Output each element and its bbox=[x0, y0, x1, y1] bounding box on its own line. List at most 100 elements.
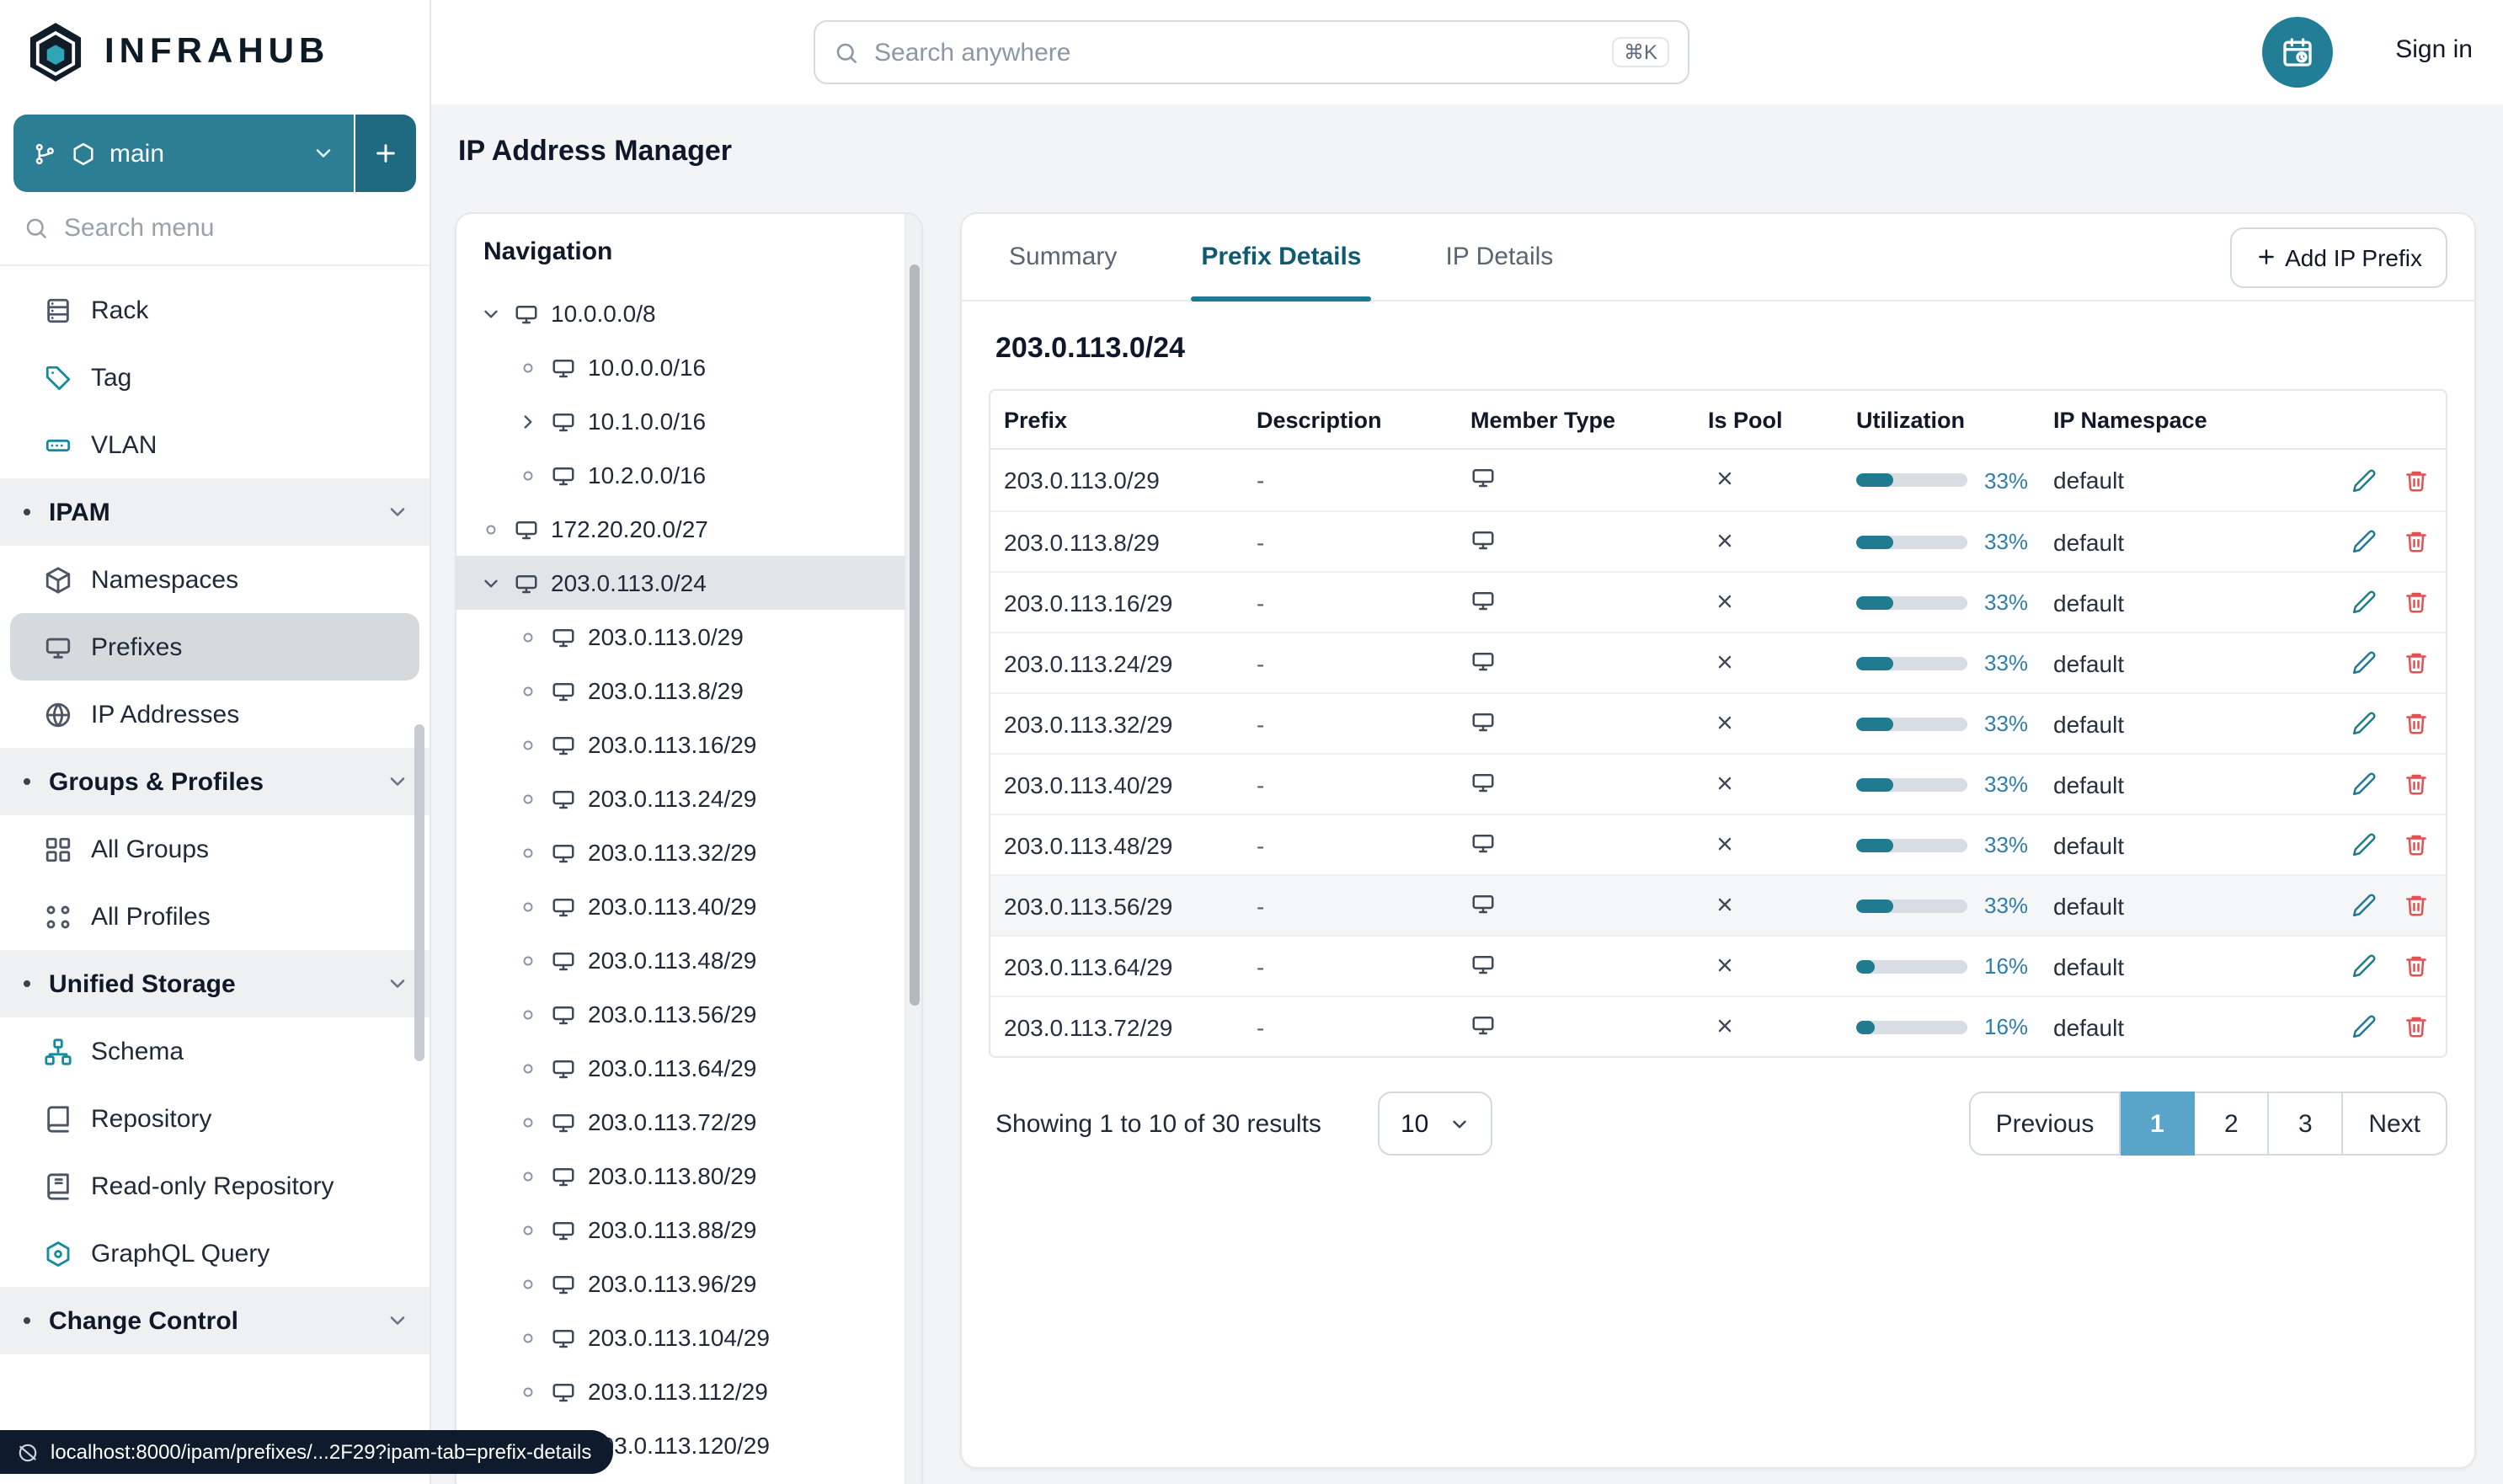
sidebar-section-unified-storage[interactable]: Unified Storage bbox=[0, 950, 430, 1017]
pencil-icon[interactable] bbox=[2351, 893, 2377, 918]
trash-icon[interactable] bbox=[2404, 893, 2429, 918]
page-button-previous[interactable]: Previous bbox=[1968, 1092, 2121, 1156]
page-button-2[interactable]: 2 bbox=[2195, 1092, 2270, 1156]
sidebar-item-rack[interactable]: Rack bbox=[0, 276, 430, 344]
tree-node-203-0-113-48-29[interactable]: 203.0.113.48/29 bbox=[456, 933, 921, 987]
add-branch-button[interactable] bbox=[355, 115, 416, 192]
table-row[interactable]: 203.0.113.24/29 - 33% default bbox=[990, 632, 2446, 692]
table-row[interactable]: 203.0.113.72/29 - 16% default bbox=[990, 996, 2446, 1056]
sidebar-item-ip-addresses[interactable]: IP Addresses bbox=[0, 681, 430, 748]
trash-icon[interactable] bbox=[2404, 467, 2429, 493]
table-row[interactable]: 203.0.113.16/29 - 33% default bbox=[990, 571, 2446, 632]
pencil-icon[interactable] bbox=[2351, 953, 2377, 979]
pencil-icon[interactable] bbox=[2351, 771, 2377, 797]
tree-node-10-1-0-0-16[interactable]: 10.1.0.0/16 bbox=[456, 394, 921, 448]
tab-summary[interactable]: Summary bbox=[999, 214, 1127, 300]
sidebar-item-schema[interactable]: Schema bbox=[0, 1017, 430, 1085]
global-search-input[interactable]: Search anywhere ⌘K bbox=[814, 20, 1689, 84]
page-button-1[interactable]: 1 bbox=[2121, 1092, 2196, 1156]
page-button-3[interactable]: 3 bbox=[2269, 1092, 2344, 1156]
table-row[interactable]: 203.0.113.64/29 - 16% default bbox=[990, 935, 2446, 996]
tab-prefix-details[interactable]: Prefix Details bbox=[1191, 214, 1372, 302]
trash-icon[interactable] bbox=[2404, 711, 2429, 736]
trash-icon[interactable] bbox=[2404, 590, 2429, 615]
tree-node-10-0-0-0-8[interactable]: 10.0.0.0/8 bbox=[456, 286, 921, 340]
tree-node-203-0-113-16-29[interactable]: 203.0.113.16/29 bbox=[456, 718, 921, 771]
navigation-scrollbar-thumb[interactable] bbox=[910, 264, 920, 1006]
pencil-icon[interactable] bbox=[2351, 590, 2377, 615]
tree-node-10-0-0-0-16[interactable]: 10.0.0.0/16 bbox=[456, 340, 921, 394]
tab-ip-details[interactable]: IP Details bbox=[1435, 214, 1563, 300]
pencil-icon[interactable] bbox=[2351, 467, 2377, 493]
tree-node-203-0-113-0-24[interactable]: 203.0.113.0/24 bbox=[456, 556, 921, 610]
trash-icon[interactable] bbox=[2404, 771, 2429, 797]
tree-node-203-0-113-112-29[interactable]: 203.0.113.112/29 bbox=[456, 1364, 921, 1418]
pencil-icon[interactable] bbox=[2351, 529, 2377, 554]
add-ip-prefix-button[interactable]: Add IP Prefix bbox=[2229, 227, 2447, 287]
circle-icon bbox=[520, 1060, 536, 1076]
pencil-icon[interactable] bbox=[2351, 711, 2377, 736]
pencil-icon[interactable] bbox=[2351, 832, 2377, 857]
brand[interactable]: INFRAHUB bbox=[0, 0, 430, 104]
sidebar-item-namespaces[interactable]: Namespaces bbox=[0, 546, 430, 613]
table-row[interactable]: 203.0.113.56/29 - 33% default bbox=[990, 874, 2446, 935]
tree-node-10-2-0-0-16[interactable]: 10.2.0.0/16 bbox=[456, 448, 921, 502]
table-row[interactable]: 203.0.113.8/29 - 33% default bbox=[990, 510, 2446, 571]
tree-node-203-0-113-8-29[interactable]: 203.0.113.8/29 bbox=[456, 664, 921, 718]
prefix-icon bbox=[551, 1109, 576, 1134]
tree-node-172-20-20-0-27[interactable]: 172.20.20.0/27 bbox=[456, 502, 921, 556]
tree-node-203-0-113-64-29[interactable]: 203.0.113.64/29 bbox=[456, 1041, 921, 1095]
tree-node-203-0-113-40-29[interactable]: 203.0.113.40/29 bbox=[456, 879, 921, 933]
sidebar-item-prefixes[interactable]: Prefixes bbox=[10, 613, 419, 681]
sidebar-item-graphql-query[interactable]: GraphQL Query bbox=[0, 1220, 430, 1287]
sidebar-item-all-groups[interactable]: All Groups bbox=[0, 815, 430, 883]
circle-icon bbox=[520, 1006, 536, 1022]
row-actions bbox=[2328, 832, 2446, 857]
tree-node-203-0-113-96-29[interactable]: 203.0.113.96/29 bbox=[456, 1257, 921, 1311]
page-size-select[interactable]: 10 bbox=[1378, 1092, 1493, 1156]
tree-node-203-0-113-104-29[interactable]: 203.0.113.104/29 bbox=[456, 1311, 921, 1364]
ip-icon bbox=[44, 700, 72, 729]
sidebar-section-ipam[interactable]: IPAM bbox=[0, 478, 430, 546]
time-travel-button[interactable] bbox=[2262, 17, 2333, 88]
sidebar-item-tag[interactable]: Tag bbox=[0, 344, 430, 411]
table-row[interactable]: 203.0.113.0/29 - 33% default bbox=[990, 450, 2446, 510]
tree-node-203-0-113-80-29[interactable]: 203.0.113.80/29 bbox=[456, 1149, 921, 1203]
sidebar-section-groups-profiles[interactable]: Groups & Profiles bbox=[0, 748, 430, 815]
chevron-down-icon[interactable] bbox=[480, 572, 502, 594]
top-bar: Search anywhere ⌘K Sign in bbox=[431, 0, 2503, 104]
prefix-cell: 203.0.113.40/29 bbox=[1004, 771, 1173, 798]
trash-icon[interactable] bbox=[2404, 529, 2429, 554]
utilization-label: 33% bbox=[1984, 590, 2029, 615]
tree-node-203-0-113-24-29[interactable]: 203.0.113.24/29 bbox=[456, 771, 921, 825]
page-button-next[interactable]: Next bbox=[2343, 1092, 2447, 1156]
sidebar-item-vlan[interactable]: VLAN bbox=[0, 411, 430, 478]
chevron-right-icon[interactable] bbox=[517, 410, 539, 432]
trash-icon[interactable] bbox=[2404, 953, 2429, 979]
tree-node-label: 203.0.113.112/29 bbox=[588, 1378, 768, 1405]
table-row[interactable]: 203.0.113.40/29 - 33% default bbox=[990, 753, 2446, 814]
trash-icon[interactable] bbox=[2404, 832, 2429, 857]
table-row[interactable]: 203.0.113.32/29 - 33% default bbox=[990, 692, 2446, 753]
sidebar-item-repository[interactable]: Repository bbox=[0, 1085, 430, 1152]
branch-dropdown[interactable]: main bbox=[13, 115, 354, 192]
sidebar-scrollbar-thumb[interactable] bbox=[414, 724, 424, 1061]
trash-icon[interactable] bbox=[2404, 650, 2429, 675]
tree-node-203-0-113-32-29[interactable]: 203.0.113.32/29 bbox=[456, 825, 921, 879]
tree-node-203-0-113-56-29[interactable]: 203.0.113.56/29 bbox=[456, 987, 921, 1041]
tree-node-203-0-113-72-29[interactable]: 203.0.113.72/29 bbox=[456, 1095, 921, 1149]
table-row[interactable]: 203.0.113.48/29 - 33% default bbox=[990, 814, 2446, 874]
sidebar-item-all-profiles[interactable]: All Profiles bbox=[0, 883, 430, 950]
tree-node-203-0-113-0-29[interactable]: 203.0.113.0/29 bbox=[456, 610, 921, 664]
sign-in-link[interactable]: Sign in bbox=[2395, 35, 2473, 64]
chevron-down-icon[interactable] bbox=[480, 302, 502, 324]
tree-node-203-0-113-88-29[interactable]: 203.0.113.88/29 bbox=[456, 1203, 921, 1257]
namespace-icon bbox=[44, 565, 72, 594]
sidebar-item-read-only-repository[interactable]: Read-only Repository bbox=[0, 1152, 430, 1220]
utilization-label: 33% bbox=[1984, 832, 2029, 857]
menu-search-input[interactable]: Search menu bbox=[0, 192, 430, 266]
pencil-icon[interactable] bbox=[2351, 1014, 2377, 1039]
trash-icon[interactable] bbox=[2404, 1014, 2429, 1039]
sidebar-section-change-control[interactable]: Change Control bbox=[0, 1287, 430, 1354]
pencil-icon[interactable] bbox=[2351, 650, 2377, 675]
